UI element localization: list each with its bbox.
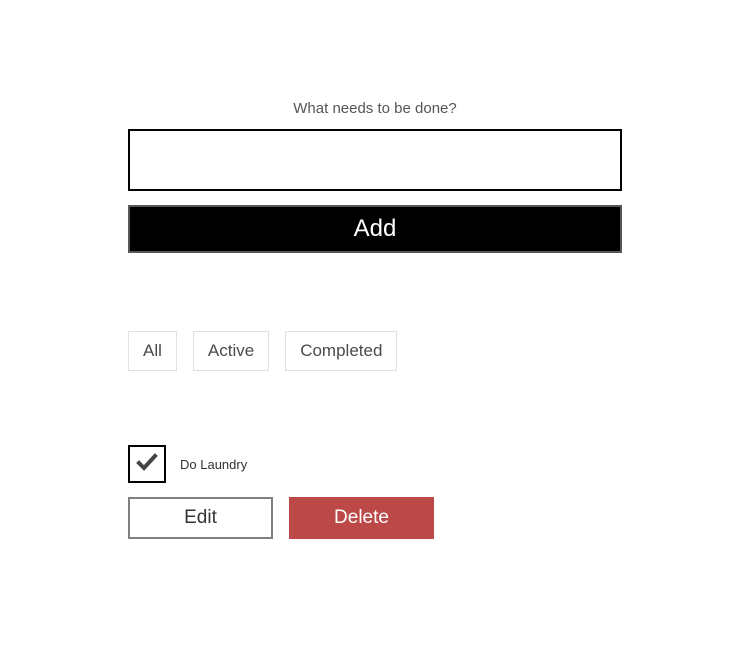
filter-all[interactable]: All [128, 331, 177, 371]
check-icon [135, 450, 159, 479]
todo-actions: Edit Delete [128, 497, 622, 539]
filter-completed[interactable]: Completed [285, 331, 397, 371]
list-item: Do Laundry Edit Delete [128, 445, 622, 539]
edit-button[interactable]: Edit [128, 497, 273, 539]
filter-group: All Active Completed [128, 331, 622, 371]
todo-label: Do Laundry [180, 457, 247, 472]
todo-list: Do Laundry Edit Delete [128, 445, 622, 539]
delete-button[interactable]: Delete [289, 497, 434, 539]
todo-checkbox[interactable] [128, 445, 166, 483]
todo-row: Do Laundry [128, 445, 622, 483]
filter-active[interactable]: Active [193, 331, 269, 371]
input-label: What needs to be done? [128, 100, 622, 117]
add-button[interactable]: Add [128, 205, 622, 253]
new-task-input[interactable] [128, 129, 622, 191]
app-container: What needs to be done? Add All Active Co… [128, 0, 622, 539]
